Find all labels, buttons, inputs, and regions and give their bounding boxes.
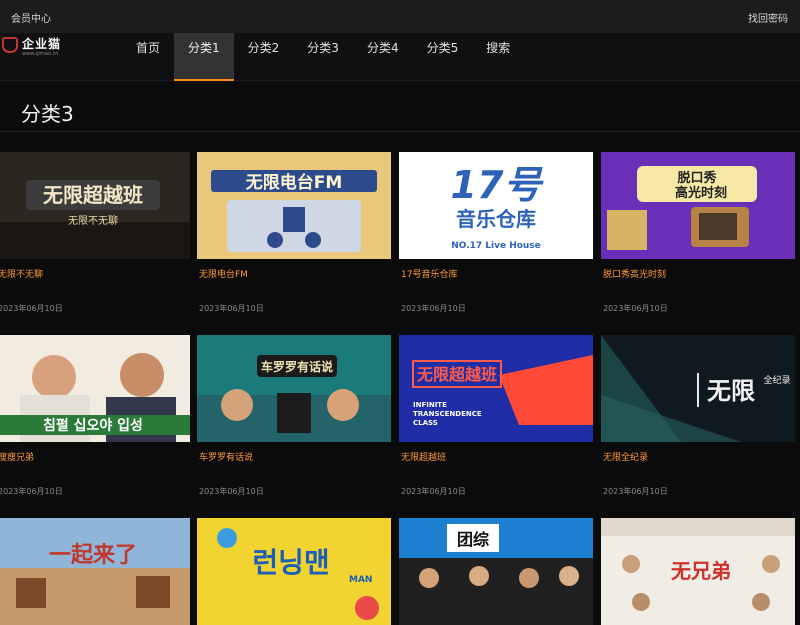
video-thumbnail[interactable]: 车罗罗有话说 — [197, 335, 391, 442]
svg-text:침펄 십오야 입성: 침펄 십오야 입성 — [43, 417, 143, 434]
svg-text:TRANSCENDENCE: TRANSCENDENCE — [413, 410, 482, 418]
video-title[interactable]: 瘦瘦兄弟 — [0, 450, 34, 463]
nav-item-1[interactable]: 分类1 — [174, 33, 234, 81]
site-logo[interactable]: 企业猫 www.qimao.cn — [0, 33, 70, 63]
video-card[interactable]: 无限电台FM 无限电台FM 2023年06月10日 — [197, 152, 391, 313]
video-title[interactable]: 无限全纪录 — [603, 450, 648, 463]
svg-text:无限超越班: 无限超越班 — [43, 183, 143, 207]
main-nav: 企业猫 www.qimao.cn 首页 分类1 分类2 分类3 分类4 分类5 搜索 — [0, 33, 800, 81]
member-center-link[interactable]: 会员中心 — [11, 10, 51, 25]
video-date: 2023年06月10日 — [199, 304, 264, 313]
cat-logo-icon — [2, 37, 18, 53]
video-date: 2023年06月10日 — [401, 487, 466, 496]
svg-text:团综: 团综 — [457, 530, 489, 549]
nav-item-3[interactable]: 分类3 — [293, 33, 353, 81]
video-title[interactable]: 脱口秀高光时刻 — [603, 267, 666, 280]
nav-item-0[interactable]: 首页 — [122, 33, 174, 81]
video-thumbnail[interactable]: 无限 全纪录 — [601, 335, 795, 442]
nav-item-5[interactable]: 分类5 — [413, 33, 473, 81]
video-card[interactable]: 无限 全纪录 无限全纪录 2023年06月10日 — [601, 335, 795, 496]
video-date: 2023年06月10日 — [0, 487, 63, 496]
svg-text:一起来了: 一起来了 — [49, 543, 137, 568]
video-date: 2023年06月10日 — [603, 487, 668, 496]
video-thumbnail[interactable]: 无限超越班无限不无聊 — [0, 152, 190, 259]
video-title[interactable]: 车罗罗有话说 — [199, 450, 253, 463]
svg-text:MAN: MAN — [349, 575, 372, 585]
video-thumbnail[interactable]: 无兄弟 — [601, 518, 795, 625]
svg-text:无限电台FM: 无限电台FM — [245, 172, 343, 193]
video-thumbnail[interactable]: 침펄 십오야 입성 — [0, 335, 190, 442]
video-thumbnail[interactable]: 17号 音乐仓库 NO.17 Live House — [399, 152, 593, 259]
video-title[interactable]: 无限电台FM — [199, 267, 248, 280]
svg-text:高光时刻: 高光时刻 — [675, 185, 727, 201]
video-date: 2023年06月10日 — [199, 487, 264, 496]
video-title[interactable]: 无限不无聊 — [0, 267, 43, 280]
video-card[interactable]: 无限超越班 INFINITE TRANSCENDENCE CLASS 无限超越班 2023… — [399, 335, 593, 496]
svg-text:无限: 无限 — [707, 377, 755, 405]
svg-text:CLASS: CLASS — [413, 419, 438, 427]
video-title[interactable]: 无限超越班 — [401, 450, 446, 463]
video-title[interactable]: 17号音乐仓库 — [401, 267, 457, 280]
nav-menu: 首页 分类1 分类2 分类3 分类4 分类5 搜索 — [122, 33, 524, 81]
video-card[interactable]: 런닝맨 MAN — [197, 518, 391, 625]
video-card[interactable]: 车罗罗有话说 车罗罗有话说 2023年06月10日 — [197, 335, 391, 496]
video-thumbnail[interactable]: 一起来了 — [0, 518, 190, 625]
svg-text:NO.17 Live House: NO.17 Live House — [451, 241, 541, 251]
video-card[interactable]: 一起来了 — [0, 518, 190, 625]
video-thumbnail[interactable]: 无限电台FM — [197, 152, 391, 259]
svg-text:无兄弟: 无兄弟 — [671, 559, 731, 583]
video-thumbnail[interactable]: 런닝맨 MAN — [197, 518, 391, 625]
divider — [0, 131, 800, 132]
video-card[interactable]: 无兄弟 — [601, 518, 795, 625]
video-thumbnail[interactable]: 团综 — [399, 518, 593, 625]
svg-text:런닝맨: 런닝맨 — [252, 546, 329, 579]
svg-text:全纪录: 全纪录 — [763, 374, 790, 386]
video-card[interactable]: 17号 音乐仓库 NO.17 Live House 17号音乐仓库 2023年06月10… — [399, 152, 593, 313]
logo-url: www.qimao.cn — [22, 51, 59, 57]
video-card[interactable]: 无限超越班 无限不无聊 无限不无聊 2023年06月10日 — [0, 152, 190, 313]
video-card[interactable]: 脱口秀 高光时刻 脱口秀高光时刻 2023年06月10日 — [601, 152, 795, 313]
logo-name: 企业猫 — [22, 37, 62, 51]
find-password-link[interactable]: 找回密码 — [748, 10, 788, 25]
svg-text:无限不无聊: 无限不无聊 — [68, 214, 118, 227]
svg-text:脱口秀: 脱口秀 — [677, 170, 717, 186]
video-date: 2023年06月10日 — [603, 304, 668, 313]
video-date: 2023年06月10日 — [401, 304, 466, 313]
video-date: 2023年06月10日 — [0, 304, 63, 313]
svg-text:17号: 17号 — [451, 163, 545, 207]
video-card[interactable]: 团综 — [399, 518, 593, 625]
top-bar: 会员中心 找回密码 — [0, 0, 800, 33]
nav-item-6[interactable]: 搜索 — [472, 33, 524, 81]
svg-text:无限超越班: 无限超越班 — [416, 365, 497, 384]
video-card[interactable]: 침펄 십오야 입성 瘦瘦兄弟 2023年06月10日 — [0, 335, 190, 496]
svg-text:车罗罗有话说: 车罗罗有话说 — [261, 359, 333, 374]
page-title: 分类3 — [21, 102, 74, 126]
video-thumbnail[interactable]: 脱口秀 高光时刻 — [601, 152, 795, 259]
svg-text:INFINITE: INFINITE — [413, 401, 447, 409]
video-thumbnail[interactable]: 无限超越班 INFINITE TRANSCENDENCE CLASS — [399, 335, 593, 442]
nav-item-2[interactable]: 分类2 — [234, 33, 294, 81]
nav-item-4[interactable]: 分类4 — [353, 33, 413, 81]
svg-text:音乐仓库: 音乐仓库 — [456, 207, 536, 231]
